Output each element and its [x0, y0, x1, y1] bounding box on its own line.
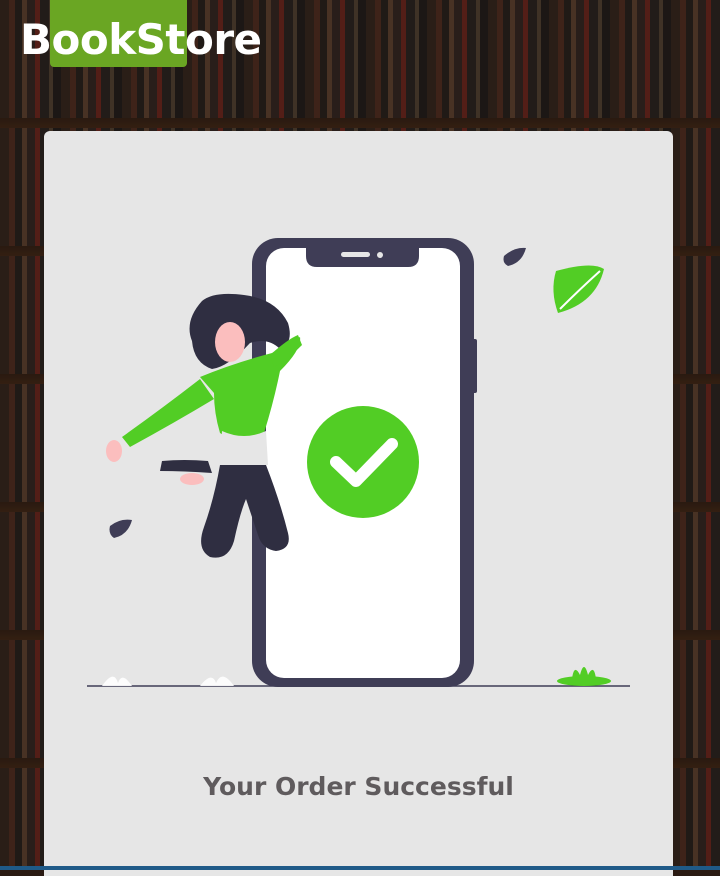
brand-logo[interactable]: BookStore: [20, 0, 262, 68]
plant-icon: [557, 667, 611, 686]
order-success-message: Your Order Successful: [203, 772, 514, 801]
grass-icon: [102, 676, 234, 686]
check-circle-icon: [307, 406, 419, 518]
leaf-icon: [553, 265, 604, 313]
order-success-illustration: [87, 238, 630, 687]
bottom-accent-bar: [0, 866, 720, 870]
order-success-card: Your Order Successful: [44, 131, 673, 876]
brand-name: BookStore: [20, 15, 262, 64]
